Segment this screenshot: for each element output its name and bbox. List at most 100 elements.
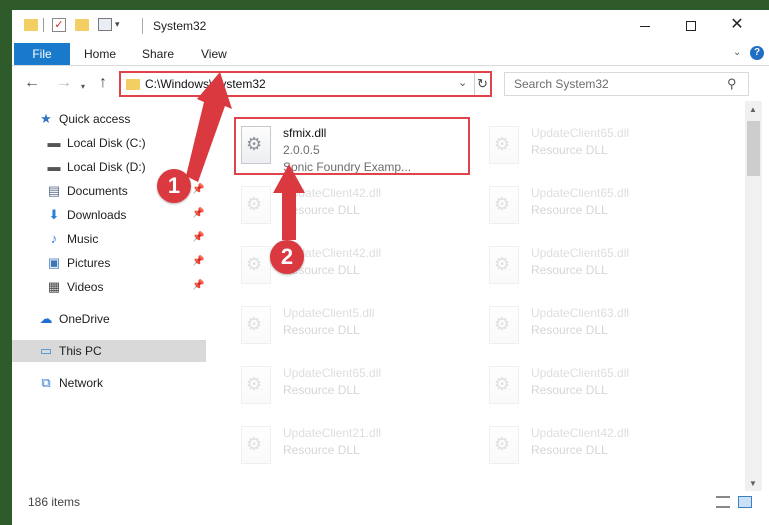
file-name: UpdateClient65.dll: [531, 126, 630, 140]
pin-icon[interactable]: 📌: [192, 184, 204, 195]
details-view-icon[interactable]: [716, 496, 730, 508]
sidebar-item-pictures[interactable]: ▣ Pictures 📌: [12, 252, 208, 274]
tab-file[interactable]: File: [14, 43, 70, 65]
quick-access-dropdown-icon[interactable]: ▾: [115, 19, 120, 35]
download-icon: ⬇: [48, 207, 60, 222]
sidebar-item-label: Pictures: [67, 256, 111, 270]
new-folder-icon[interactable]: [75, 19, 89, 31]
sidebar-item-downloads[interactable]: ⬇ Downloads 📌: [12, 204, 208, 226]
dll-file-icon: ⚙: [489, 306, 519, 344]
sidebar-item-label: Documents: [67, 184, 128, 198]
address-bar[interactable]: C:\Windows\System32 ⌄ ↻: [119, 71, 492, 97]
sidebar-item-videos[interactable]: ▦ Videos 📌: [12, 276, 208, 298]
refresh-icon[interactable]: ↻: [474, 73, 490, 95]
highlight-box: [234, 117, 470, 175]
vertical-scrollbar[interactable]: ▲ ▼: [745, 101, 762, 491]
customize-icon[interactable]: [98, 18, 112, 31]
file-type: Resource DLL: [283, 323, 360, 337]
file-tile[interactable]: ⚙ UpdateClient65.dll Resource DLL: [482, 238, 718, 294]
sidebar-item-label: Downloads: [67, 208, 127, 222]
file-tile[interactable]: ⚙ UpdateClient5.dll Resource DLL: [234, 298, 470, 354]
maximize-icon: [686, 21, 696, 32]
pin-icon[interactable]: 📌: [192, 280, 204, 291]
gear-icon: ⚙: [494, 314, 511, 334]
sidebar-item-quick-access[interactable]: ★ Quick access: [12, 108, 208, 130]
dll-file-icon: ⚙: [489, 186, 519, 224]
file-name: UpdateClient21.dll: [283, 426, 382, 440]
recent-locations-icon[interactable]: ▾: [81, 79, 85, 95]
folder-icon[interactable]: [24, 19, 38, 31]
music-icon: ♪: [50, 231, 58, 246]
file-tile[interactable]: ⚙ UpdateClient65.dll Resource DLL: [482, 178, 718, 234]
address-path[interactable]: C:\Windows\System32: [145, 77, 266, 91]
sidebar-item-music[interactable]: ♪ Music 📌: [12, 228, 208, 250]
sidebar-item-label: Local Disk (D:): [67, 160, 146, 174]
pin-icon[interactable]: 📌: [192, 256, 204, 267]
sidebar-item-local-disk-c[interactable]: ▬ Local Disk (C:) 📌: [12, 132, 208, 154]
search-input[interactable]: Search System32 ⚲: [504, 72, 749, 96]
chevron-down-icon[interactable]: ⌄: [458, 76, 467, 89]
file-tile[interactable]: ⚙ UpdateClient65.dll Resource DLL: [482, 358, 718, 414]
expand-ribbon-icon[interactable]: ⌄: [733, 47, 741, 58]
dll-file-icon: ⚙: [489, 246, 519, 284]
sidebar-item-network[interactable]: ⧉ Network: [12, 372, 208, 394]
gear-icon: ⚙: [246, 314, 263, 334]
file-tile[interactable]: ⚙ UpdateClient21.dll Resource DLL: [234, 418, 470, 474]
tab-share[interactable]: Share: [142, 43, 174, 65]
sidebar-item-label: Videos: [67, 280, 104, 294]
sidebar-item-this-pc[interactable]: ▭ This PC: [12, 340, 206, 362]
pin-icon[interactable]: 📌: [192, 160, 204, 171]
file-tile[interactable]: ⚙ UpdateClient42.dll Resource DLL: [482, 418, 718, 474]
back-arrow-icon[interactable]: ←: [24, 75, 40, 91]
disk-icon: ▬: [47, 135, 61, 150]
address-row: ← → ▾ ↑ C:\Windows\System32 ⌄ ↻ Search S…: [12, 66, 769, 101]
gear-icon: ⚙: [246, 194, 263, 214]
up-arrow-icon[interactable]: ↑: [99, 75, 107, 91]
window-title: System32: [153, 19, 207, 33]
pin-icon[interactable]: 📌: [192, 232, 204, 243]
help-icon[interactable]: ?: [750, 46, 764, 60]
minimize-icon: [640, 25, 650, 27]
gear-icon: ⚙: [494, 254, 511, 274]
file-type: Resource DLL: [531, 323, 608, 337]
tab-view[interactable]: View: [201, 43, 227, 65]
tab-home[interactable]: Home: [84, 43, 116, 65]
dll-file-icon: ⚙: [241, 426, 271, 464]
dll-file-icon: ⚙: [489, 126, 519, 164]
file-type: Resource DLL: [531, 263, 608, 277]
minimize-button[interactable]: [622, 10, 668, 41]
ribbon: File Home Share View ⌄ ?: [12, 41, 769, 66]
pin-icon[interactable]: 📌: [192, 208, 204, 219]
pictures-icon: ▣: [47, 255, 61, 270]
file-tile[interactable]: ⚙ UpdateClient65.dll Resource DLL: [482, 118, 718, 174]
sidebar-item-onedrive[interactable]: ☁ OneDrive: [12, 308, 208, 330]
forward-arrow-icon[interactable]: →: [56, 75, 72, 91]
file-type: Resource DLL: [531, 143, 608, 157]
dll-file-icon: ⚙: [241, 186, 271, 224]
dll-file-icon: ⚙: [489, 366, 519, 404]
maximize-button[interactable]: [668, 10, 714, 41]
scroll-thumb[interactable]: [747, 121, 760, 176]
network-icon: ⧉: [41, 375, 51, 390]
pc-icon: ▭: [39, 343, 53, 358]
star-icon: ★: [40, 111, 52, 126]
file-name: UpdateClient5.dll: [283, 306, 375, 320]
scroll-up-icon[interactable]: ▲: [749, 105, 757, 114]
pin-icon[interactable]: 📌: [192, 136, 204, 147]
file-tile[interactable]: ⚙ UpdateClient65.dll Resource DLL: [234, 358, 470, 414]
file-name: UpdateClient65.dll: [283, 366, 382, 380]
folder-icon: [126, 79, 140, 90]
large-icons-view-icon[interactable]: [738, 496, 752, 508]
sidebar-item-label: Network: [59, 376, 104, 390]
scroll-down-icon[interactable]: ▼: [749, 479, 757, 488]
navigation-pane: ★ Quick access ▬ Local Disk (C:) 📌 ▬ Loc…: [12, 101, 208, 491]
search-icon[interactable]: ⚲: [727, 76, 737, 92]
file-tile[interactable]: ⚙ UpdateClient63.dll Resource DLL: [482, 298, 718, 354]
file-type: Resource DLL: [531, 203, 608, 217]
properties-check-icon[interactable]: ✓: [52, 18, 66, 32]
file-tile[interactable]: ⚙ UpdateClient42.dll Resource DLL: [234, 178, 470, 234]
gear-icon: ⚙: [246, 254, 263, 274]
file-tile[interactable]: ⚙ UpdateClient42.dll Resource DLL: [234, 238, 470, 294]
file-list: ⚙ sfmix.dll 2.0.0.5 Sonic Foundry Examp.…: [208, 101, 745, 491]
close-button[interactable]: ✕: [714, 10, 760, 41]
